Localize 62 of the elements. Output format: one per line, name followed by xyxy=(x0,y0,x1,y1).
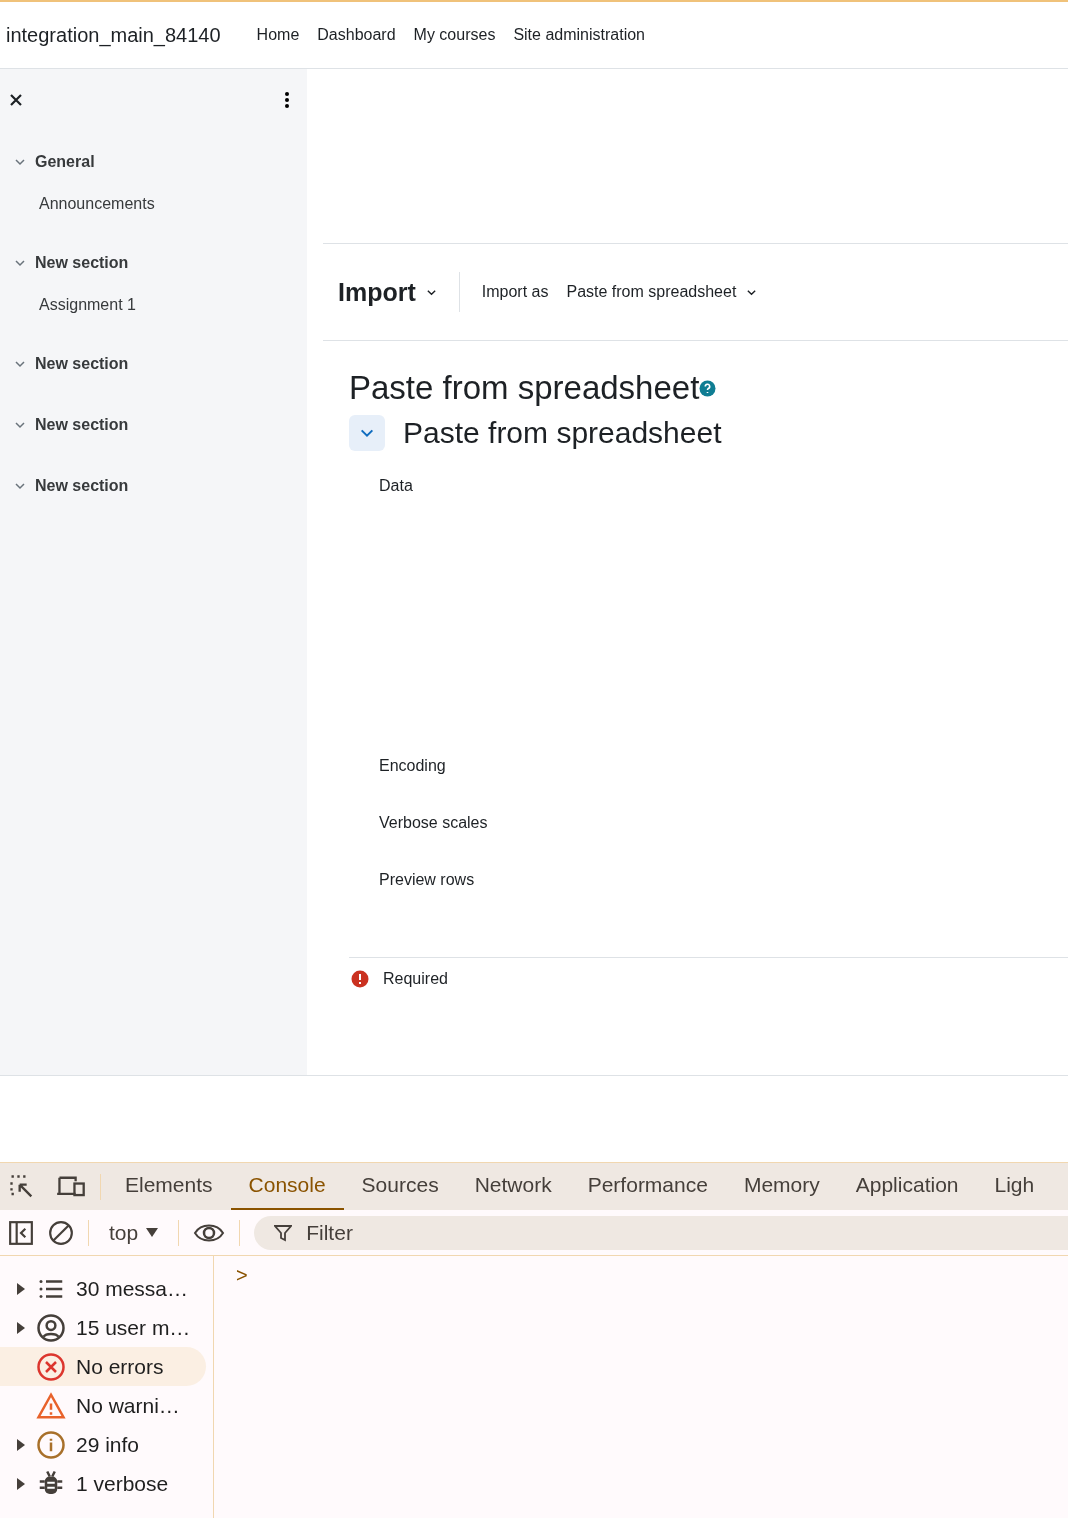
nav-link[interactable]: Site administration xyxy=(513,26,645,44)
console-sidebar-item[interactable]: 1 verbose xyxy=(0,1464,206,1503)
nav-link[interactable]: Dashboard xyxy=(317,26,396,44)
import-as-label: Import as xyxy=(481,283,549,301)
chevron-icon xyxy=(14,156,26,168)
filter-icon xyxy=(274,1223,293,1242)
chevron-icon xyxy=(14,419,26,431)
help-icon[interactable] xyxy=(699,379,717,397)
section-title[interactable]: New section xyxy=(35,355,129,373)
console-sidebar-item[interactable]: No errors xyxy=(0,1347,206,1386)
console-prompt: > xyxy=(235,1263,248,1287)
error-icon xyxy=(36,1351,66,1382)
devtools-tab[interactable]: Network xyxy=(456,1163,570,1210)
field-label: Data xyxy=(378,477,414,496)
devtools-tab[interactable]: Console xyxy=(230,1163,344,1210)
site-name[interactable]: integration_main_84140 xyxy=(6,23,221,47)
devtools-tab[interactable]: Sources xyxy=(343,1163,457,1210)
collapse-toggle[interactable] xyxy=(349,415,385,451)
required-icon xyxy=(351,970,369,988)
field-label: Encoding xyxy=(378,757,447,776)
console-sidebar-item[interactable]: 29 info xyxy=(0,1425,206,1464)
close-icon[interactable] xyxy=(9,93,23,107)
import-as-select[interactable]: Paste from spreadsheet xyxy=(566,283,758,301)
nav-link[interactable]: My courses xyxy=(413,26,496,44)
chevron-icon xyxy=(14,358,26,370)
chevron-icon xyxy=(14,257,26,269)
field-label: Preview rows xyxy=(378,871,476,890)
field-label: Verbose scales xyxy=(378,814,489,833)
filter-input[interactable]: Filter xyxy=(304,1219,580,1246)
clear-console-icon[interactable] xyxy=(48,1219,74,1246)
expand-arrow-icon[interactable] xyxy=(16,1321,26,1334)
devtools-tab[interactable]: Performance xyxy=(569,1163,726,1210)
more-options-icon[interactable] xyxy=(285,92,289,108)
activity-link[interactable]: Assignment 1 xyxy=(0,296,307,314)
devtools-tab[interactable]: Ligh xyxy=(976,1163,1053,1210)
devtools-tab[interactable]: Memory xyxy=(725,1163,838,1210)
section-title[interactable]: New section xyxy=(35,416,129,434)
user-icon xyxy=(36,1312,66,1343)
chevron-icon xyxy=(14,480,26,492)
info-icon xyxy=(36,1429,66,1460)
section-title[interactable]: New section xyxy=(35,477,129,495)
import-menu[interactable]: Import xyxy=(338,277,437,307)
section-heading: Paste from spreadsheet xyxy=(403,416,722,450)
console-sidebar-item[interactable]: No warni… xyxy=(0,1386,206,1425)
caret-icon xyxy=(146,1228,159,1237)
console-sidebar-item[interactable]: 30 messa… xyxy=(0,1269,206,1308)
section-title[interactable]: General xyxy=(35,153,95,171)
expand-arrow-icon[interactable] xyxy=(16,1282,26,1295)
page-heading: Paste from spreadsheet xyxy=(349,369,700,407)
warning-icon xyxy=(36,1390,66,1421)
filter-field[interactable]: Filter xyxy=(254,1215,1068,1250)
expand-arrow-icon[interactable] xyxy=(16,1477,26,1490)
nav-link[interactable]: Home xyxy=(256,26,300,44)
devtools-tab[interactable]: Elements xyxy=(107,1163,231,1210)
expand-arrow-icon[interactable] xyxy=(16,1438,26,1451)
sidebar-toggle-icon[interactable] xyxy=(8,1219,34,1246)
required-note: Required xyxy=(383,970,448,988)
context-select[interactable]: top xyxy=(103,1219,165,1246)
activity-link[interactable]: Announcements xyxy=(0,195,307,213)
devtools-tab[interactable]: Application xyxy=(837,1163,977,1210)
section-title[interactable]: New section xyxy=(35,254,129,272)
console-sidebar-item[interactable]: 15 user m… xyxy=(0,1308,206,1347)
